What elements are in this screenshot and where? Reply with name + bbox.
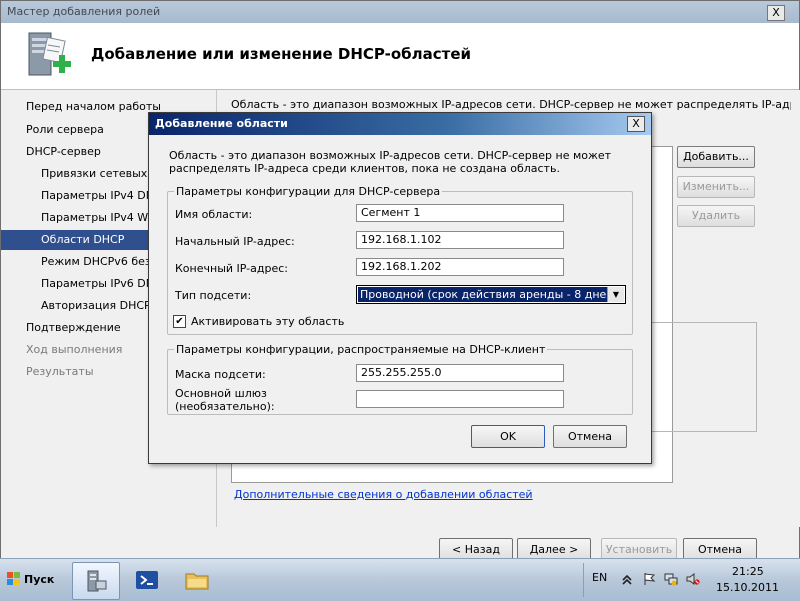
clock-time[interactable]: 21:25: [732, 565, 764, 578]
dialog-titlebar[interactable]: Добавление области X: [149, 113, 651, 135]
wizard-title: Мастер добавления ролей: [7, 5, 161, 18]
volume-muted-icon[interactable]: [686, 572, 700, 586]
scope-name-input[interactable]: [356, 204, 564, 222]
subnet-mask-label: Маска подсети:: [175, 368, 266, 381]
taskbar-explorer[interactable]: [174, 562, 220, 598]
dialog-description: Область - это диапазон возможных IP-адре…: [169, 149, 612, 175]
clock-date[interactable]: 15.10.2011: [716, 581, 779, 594]
wizard-close-button[interactable]: X: [767, 5, 785, 21]
server-manager-icon: [87, 570, 107, 592]
subnet-type-value: Проводной (срок действия аренды - 8 дней…: [358, 287, 608, 302]
wizard-header: Добавление или изменение DHCP-областей: [1, 23, 799, 90]
gateway-label-line1: Основной шлюз: [175, 387, 267, 400]
explorer-folder-icon: [185, 573, 209, 590]
more-info-link[interactable]: Дополнительные сведения о добавлении обл…: [234, 488, 533, 501]
dialog-close-button[interactable]: X: [627, 116, 645, 132]
start-ip-input[interactable]: [356, 231, 564, 249]
windows-logo-icon: [7, 572, 20, 585]
start-label: Пуск: [24, 573, 55, 586]
ok-button[interactable]: OK: [471, 425, 545, 448]
end-ip-label: Конечный IP-адрес:: [175, 262, 288, 275]
dialog-title: Добавление области: [155, 117, 288, 130]
taskbar-separator: [583, 563, 584, 597]
delete-scope-button: Удалить: [677, 205, 755, 227]
gateway-label-line2: (необязательно):: [175, 400, 275, 413]
dhcp-client-config-legend: Параметры конфигурации, распространяемые…: [174, 343, 548, 356]
chevron-up-icon[interactable]: [620, 572, 634, 586]
default-gateway-input[interactable]: [356, 390, 564, 408]
start-button[interactable]: Пуск: [2, 569, 58, 591]
scopes-description: Область - это диапазон возможных IP-адре…: [231, 98, 791, 111]
edit-scope-button: Изменить...: [677, 176, 755, 198]
chevron-down-icon[interactable]: ▼: [607, 287, 624, 302]
activate-scope-checkbox[interactable]: ✔: [173, 315, 186, 328]
taskbar-powershell[interactable]: [124, 562, 170, 598]
language-indicator[interactable]: EN: [592, 571, 607, 584]
dialog-cancel-button[interactable]: Отмена: [553, 425, 627, 448]
wizard-titlebar[interactable]: Мастер добавления ролей X: [1, 1, 799, 23]
subnet-type-label: Тип подсети:: [175, 289, 252, 302]
subnet-type-select[interactable]: Проводной (срок действия аренды - 8 дней…: [356, 285, 626, 304]
flag-icon[interactable]: [642, 572, 656, 586]
taskbar-server-manager[interactable]: [72, 562, 120, 600]
page-title: Добавление или изменение DHCP-областей: [91, 45, 472, 63]
network-icon[interactable]: [664, 572, 678, 586]
activate-scope-label[interactable]: Активировать эту область: [191, 315, 344, 328]
add-scope-dialog: Добавление области X Область - это диапа…: [148, 112, 652, 464]
add-scope-button[interactable]: Добавить...: [677, 146, 755, 168]
scope-name-label: Имя области:: [175, 208, 253, 221]
server-role-add-icon: [28, 32, 71, 76]
dhcp-server-config-legend: Параметры конфигурации для DHCP-сервера: [174, 185, 443, 198]
powershell-icon: [136, 571, 158, 589]
start-ip-label: Начальный IP-адрес:: [175, 235, 295, 248]
taskbar: Пуск EN 21:25 15.10.2011: [0, 558, 800, 601]
subnet-mask-input[interactable]: [356, 364, 564, 382]
end-ip-input[interactable]: [356, 258, 564, 276]
